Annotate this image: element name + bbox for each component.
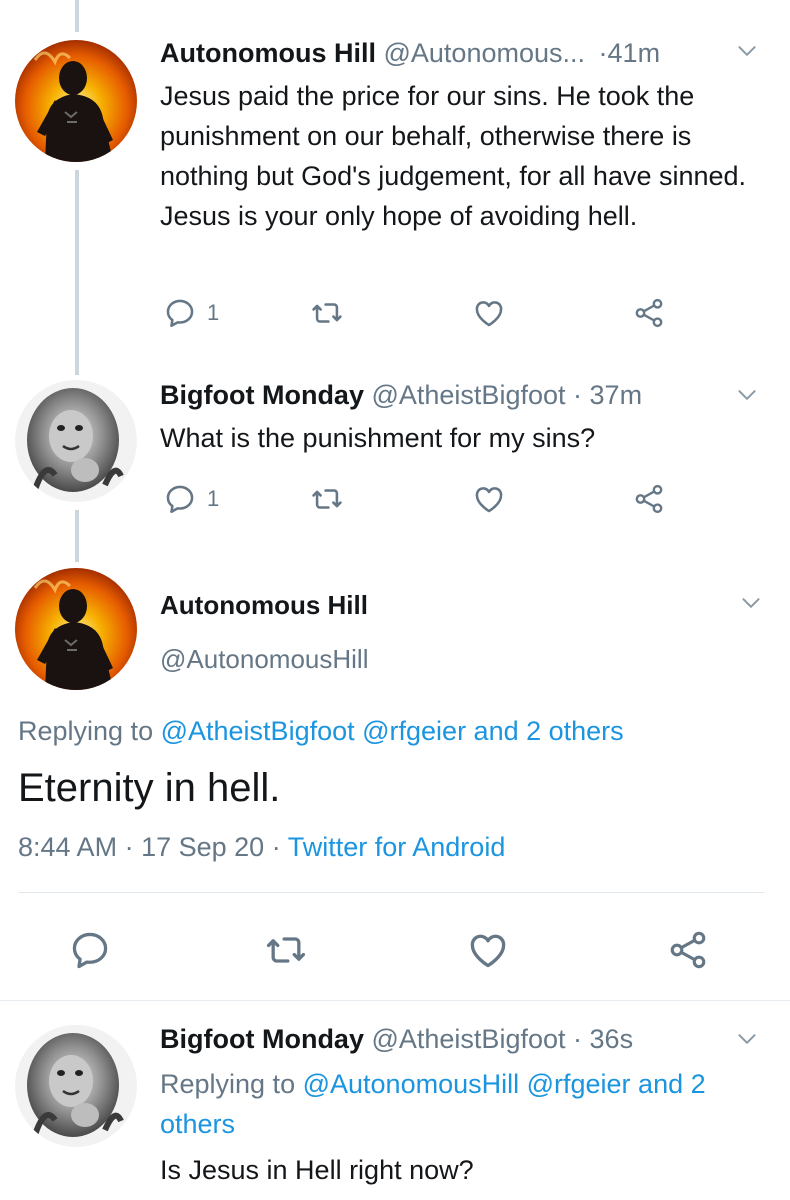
like-icon [472, 482, 506, 516]
retweet-icon [310, 482, 344, 516]
replying-to-label: Replying to [18, 716, 154, 746]
tweet-header: Bigfoot Monday @AtheistBigfoot · 37m [160, 380, 642, 411]
display-name[interactable]: Bigfoot Monday [160, 380, 364, 410]
replying-to-links[interactable]: @AutonomousHill @rfgeier and 2 [303, 1069, 706, 1099]
share-icon [666, 928, 710, 972]
user-handle[interactable]: @AutonomousHill [160, 644, 368, 675]
divider [0, 1000, 790, 1001]
replying-to-links[interactable]: @AtheistBigfoot @rfgeier and 2 others [161, 716, 624, 746]
timestamp[interactable]: 37m [590, 380, 643, 410]
retweet-icon [310, 296, 344, 330]
reply-icon [163, 296, 197, 330]
thread-line [75, 170, 79, 375]
like-icon [466, 928, 510, 972]
replying-to: Replying to @AtheistBigfoot @rfgeier and… [18, 716, 624, 747]
reply-icon [163, 482, 197, 516]
retweet-button[interactable] [310, 482, 344, 516]
avatar[interactable] [15, 40, 137, 162]
retweet-button[interactable] [310, 296, 344, 330]
tweet-header: Autonomous Hill @Autonomous... ·41m [160, 38, 660, 69]
share-icon [632, 482, 666, 516]
reply-count: 1 [207, 486, 220, 511]
chevron-down-icon[interactable] [738, 590, 764, 616]
avatar[interactable] [15, 568, 137, 690]
tweet-text: Eternity in hell. [18, 766, 281, 810]
replying-to: Replying to @AutonomousHill @rfgeier and… [160, 1064, 706, 1144]
reply-icon [68, 928, 112, 972]
replying-to-links-more[interactable]: others [160, 1109, 235, 1139]
like-button[interactable] [466, 928, 510, 972]
chevron-down-icon[interactable] [734, 1026, 760, 1052]
like-button[interactable] [472, 296, 506, 330]
timestamp[interactable]: 36s [590, 1024, 634, 1054]
reply-count: 1 [207, 300, 220, 325]
reply-button[interactable]: 1 [163, 482, 219, 516]
display-name[interactable]: Bigfoot Monday [160, 1024, 364, 1054]
reply-button[interactable] [68, 928, 112, 972]
tweet-source[interactable]: Twitter for Android [288, 832, 506, 862]
thread-line [75, 0, 79, 32]
retweet-icon [264, 928, 308, 972]
like-button[interactable] [472, 482, 506, 516]
chevron-down-icon[interactable] [734, 38, 760, 64]
tweet-text: What is the punishment for my sins? [160, 423, 596, 453]
avatar-image [15, 380, 137, 502]
separator: · [573, 1024, 583, 1054]
separator: · [271, 832, 281, 862]
avatar[interactable] [15, 1025, 137, 1147]
timestamp[interactable]: 41m [608, 38, 661, 68]
share-button[interactable] [632, 482, 666, 516]
user-handle[interactable]: @Autonomous... [384, 38, 586, 68]
tweet-time[interactable]: 8:44 AM [18, 832, 117, 862]
share-icon [632, 296, 666, 330]
tweet-text: Jesus paid the price for our sins. He to… [160, 81, 747, 231]
reply-button[interactable]: 1 [163, 296, 219, 330]
divider [18, 892, 764, 893]
like-icon [472, 296, 506, 330]
separator: · [124, 832, 134, 862]
separator: · [598, 38, 608, 68]
tweet-date[interactable]: 17 Sep 20 [141, 832, 264, 862]
avatar[interactable] [15, 380, 137, 502]
thread-line [75, 510, 79, 562]
avatar-image [15, 568, 137, 690]
user-handle[interactable]: @AtheistBigfoot [371, 1024, 565, 1054]
replying-to-label: Replying to [160, 1069, 296, 1099]
separator: · [573, 380, 583, 410]
share-button[interactable] [666, 928, 710, 972]
chevron-down-icon[interactable] [734, 382, 760, 408]
display-name[interactable]: Autonomous Hill [160, 38, 376, 68]
avatar-image [15, 40, 137, 162]
tweet-text: Is Jesus in Hell right now? [160, 1155, 474, 1185]
tweet-header: Bigfoot Monday @AtheistBigfoot · 36s [160, 1024, 633, 1055]
retweet-button[interactable] [264, 928, 308, 972]
user-handle[interactable]: @AtheistBigfoot [371, 380, 565, 410]
tweet-meta: 8:44 AM · 17 Sep 20 · Twitter for Androi… [18, 832, 505, 863]
share-button[interactable] [632, 296, 666, 330]
avatar-image [15, 1025, 137, 1147]
display-name[interactable]: Autonomous Hill [160, 590, 368, 621]
